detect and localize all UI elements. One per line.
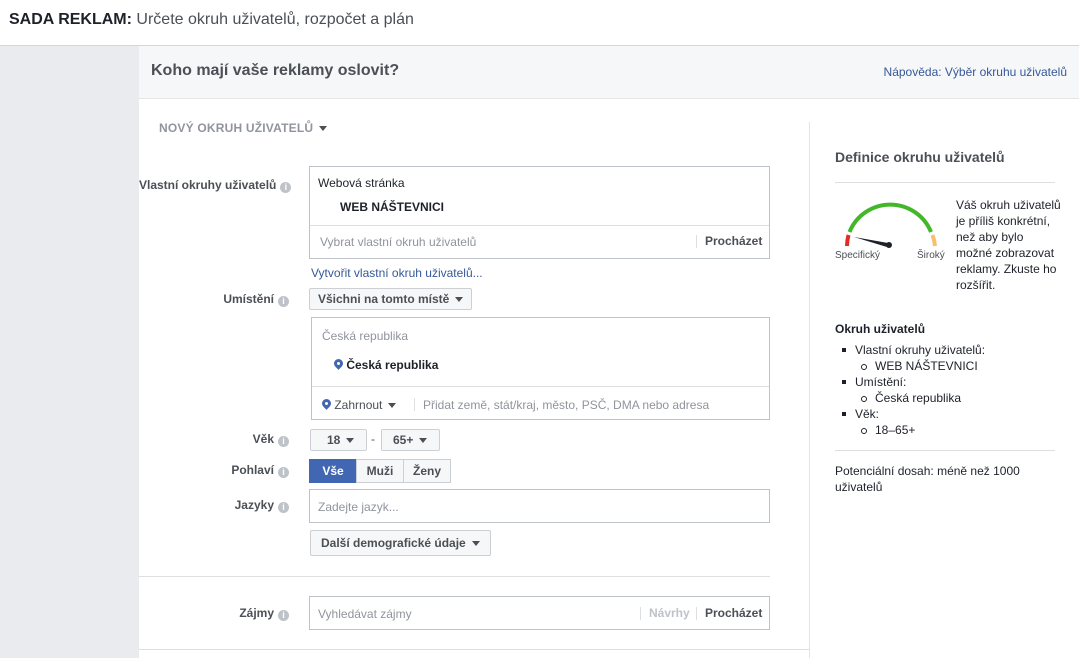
chevron-down-icon (319, 126, 328, 132)
section-divider (139, 576, 770, 577)
list-item: Česká republika (835, 390, 1055, 406)
ad-set-title: SADA REKLAM: Určete okruh uživatelů, roz… (9, 11, 414, 28)
list-item: WEB NÁŠTEVNICI (835, 358, 1055, 374)
top-bar: SADA REKLAM: Určete okruh uživatelů, roz… (0, 0, 1079, 46)
interests-suggestions-button[interactable]: Návrhy (649, 606, 690, 620)
location-pin-icon (334, 359, 343, 370)
languages-label: Jazyky i (139, 498, 289, 513)
divider (310, 225, 769, 226)
gauge-yellow-segment (930, 234, 937, 247)
divider (696, 235, 697, 248)
location-box: Česká republika Česká republika Zahrnout… (311, 317, 770, 420)
location-label: Umístění i (139, 292, 289, 307)
gender-men-button[interactable]: Muži (356, 459, 404, 483)
section-title: Koho mají vaše reklamy oslovit? (151, 62, 400, 79)
gauge-specific-label: Specifický (835, 250, 881, 261)
info-icon[interactable]: i (278, 467, 289, 478)
gauge-pivot (886, 242, 892, 248)
custom-audience-group: Webová stránka (318, 176, 405, 190)
custom-audiences-box: Webová stránka WEB NÁŠTEVNICI Vybrat vla… (309, 166, 770, 259)
chevron-down-icon (455, 297, 464, 303)
info-icon[interactable]: i (278, 296, 289, 307)
chevron-down-icon (419, 438, 428, 444)
info-icon[interactable]: i (278, 610, 289, 621)
age-max-dropdown[interactable]: 65+ (381, 429, 440, 451)
panel-divider (809, 122, 810, 658)
interests-input[interactable]: Vyhledávat zájmy (318, 607, 412, 621)
gauge-needle (854, 237, 888, 247)
chevron-down-icon (388, 403, 397, 409)
divider (835, 182, 1055, 183)
divider (312, 386, 769, 387)
age-label: Věk i (139, 432, 289, 447)
list-item: 18–65+ (835, 422, 1055, 438)
divider (696, 607, 697, 620)
location-group: Česká republika (322, 329, 409, 343)
list-item: Vlastní okruhy uživatelů: (835, 342, 1055, 358)
custom-audience-browse-button[interactable]: Procházet (705, 234, 762, 248)
custom-audiences-label: Vlastní okruhy uživatelů i (139, 178, 292, 193)
list-item: Věk: (835, 406, 1055, 422)
create-custom-audience-link[interactable]: Vytvořit vlastní okruh uživatelů... (311, 266, 483, 280)
audience-definition-title: Definice okruhu uživatelů (835, 149, 1005, 165)
divider (835, 450, 1055, 451)
section-divider (139, 649, 809, 650)
include-dropdown[interactable]: Zahrnout (322, 398, 397, 412)
custom-audience-input[interactable]: Vybrat vlastní okruh uživatelů (320, 235, 476, 249)
help-link[interactable]: Nápověda: Výběr okruhu uživatelů (884, 65, 1067, 79)
interests-input-box[interactable]: Vyhledávat zájmy Návrhy Procházet (309, 596, 770, 630)
location-input[interactable]: Přidat země, stát/kraj, město, PSČ, DMA … (423, 398, 709, 412)
gauge-message: Váš okruh uživatelů je příliš konkrétní,… (956, 198, 1061, 292)
info-icon[interactable]: i (278, 502, 289, 513)
divider (640, 607, 641, 620)
divider (414, 398, 415, 411)
audience-section: Koho mají vaše reklamy oslovit? Nápověda… (139, 46, 1079, 658)
info-icon[interactable]: i (280, 182, 292, 193)
interests-browse-button[interactable]: Procházet (705, 606, 762, 620)
location-item[interactable]: Česká republika (334, 358, 438, 372)
left-sidebar (0, 46, 139, 658)
audience-summary-heading: Okruh uživatelů (835, 322, 926, 336)
languages-input[interactable]: Zadejte jazyk... (318, 500, 399, 514)
new-audience-dropdown[interactable]: NOVÝ OKRUH UŽIVATELŮ (159, 121, 328, 135)
gauge-green-segment (847, 202, 933, 233)
section-header: Koho mají vaše reklamy oslovit? Nápověda… (139, 46, 1079, 99)
gender-all-button[interactable]: Vše (309, 459, 357, 483)
more-demographics-dropdown[interactable]: Další demografické údaje (310, 530, 491, 556)
gender-women-button[interactable]: Ženy (403, 459, 451, 483)
gauge-broad-label: Široký (917, 250, 945, 261)
list-item: Umístění: (835, 374, 1055, 390)
chevron-down-icon (471, 541, 480, 547)
gender-label: Pohlaví i (139, 463, 289, 478)
languages-input-box[interactable]: Zadejte jazyk... (309, 489, 770, 523)
age-min-dropdown[interactable]: 18 (310, 429, 367, 451)
location-scope-dropdown[interactable]: Všichni na tomto místě (309, 288, 473, 310)
interests-label: Zájmy i (139, 606, 289, 621)
audience-summary-list: Vlastní okruhy uživatelů: WEB NÁŠTEVNICI… (835, 342, 1055, 438)
potential-reach: Potenciální dosah: méně než 1000 uživate… (835, 464, 1020, 494)
chevron-down-icon (346, 438, 355, 444)
age-separator: - (371, 432, 375, 446)
custom-audience-item[interactable]: WEB NÁŠTEVNICI (340, 200, 444, 214)
gauge-red-segment (845, 234, 851, 247)
info-icon[interactable]: i (278, 436, 289, 447)
location-pin-icon (322, 399, 331, 410)
